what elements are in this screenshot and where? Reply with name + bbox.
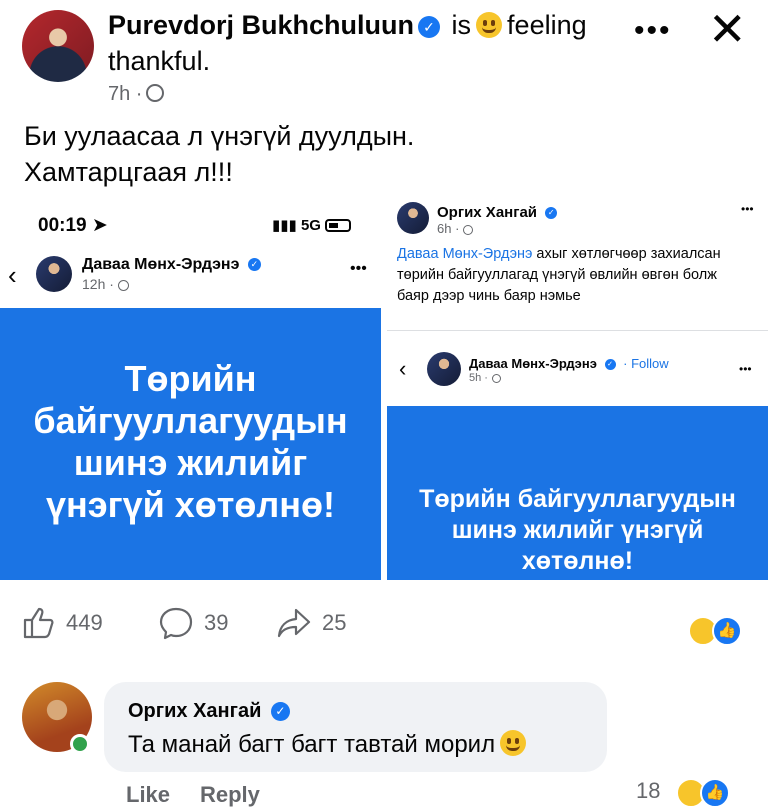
divider — [387, 330, 768, 331]
author-avatar[interactable] — [22, 10, 94, 82]
mention-link: Даваа Мөнх-Эрдэнэ — [397, 246, 533, 262]
post-image-left[interactable]: 00:19 ➤ ▮▮▮ 5G ‹ Даваа Мөнх-Эрдэнэ ✓ 12h… — [0, 196, 381, 580]
banner-text: Төрийн байгууллагуудын шинэ жилийг үнэгү… — [419, 485, 736, 575]
comment-author-row: Оргих Хангай ✓ — [128, 700, 294, 723]
shared-time: 12h · — [82, 276, 129, 292]
shared-time: 5h · — [469, 372, 501, 384]
embedded-time: 6h · — [437, 221, 474, 236]
verified-badge-icon: ✓ — [247, 258, 261, 271]
back-chevron-icon: ‹ — [8, 260, 17, 290]
feeling-thankful-text: thankful. — [108, 46, 211, 76]
globe-icon — [146, 84, 165, 102]
globe-icon — [491, 374, 501, 383]
embedded-post-body: Даваа Мөнх-Эрдэнэ ахыг хөтлөгчөөр захиал… — [397, 244, 742, 307]
post-image-right[interactable]: Оргих Хангай ✓ 6h · ••• Даваа Мөнх-Эрдэн… — [387, 196, 768, 580]
post-time[interactable]: 7h · — [108, 83, 142, 105]
shared-author-avatar — [36, 256, 72, 292]
share-count: 25 — [322, 610, 347, 635]
verified-badge-icon: ✓ — [545, 207, 558, 219]
thumbs-up-icon — [23, 607, 54, 639]
more-dots-icon[interactable]: ••• — [634, 14, 672, 48]
shared-author-name: Даваа Мөнх-Эрдэнэ — [82, 256, 240, 273]
comment-count: 39 — [204, 610, 229, 635]
embedded-author-row: Оргих Хангай ✓ — [437, 204, 561, 221]
battery-icon — [324, 219, 351, 232]
comment-author[interactable]: Оргих Хангай — [128, 700, 261, 722]
back-chevron-icon: ‹ — [399, 356, 407, 381]
comment-reaction-count: 18 — [636, 778, 661, 803]
online-status-icon — [70, 734, 90, 754]
is-text: is — [451, 10, 472, 40]
share-button[interactable]: 25 — [276, 606, 346, 640]
commenter-avatar — [397, 202, 429, 234]
status-time: 00:19 ➤ — [38, 215, 108, 236]
comment-icon — [159, 607, 193, 640]
reactions-summary[interactable]: 👍 — [688, 616, 748, 648]
more-dots-icon: ••• — [739, 362, 752, 376]
close-icon[interactable]: ✕ — [708, 6, 747, 52]
post-caption: Би уулаасаа л үнэгүй дуулдын. Хамтарцгаа… — [24, 121, 415, 187]
banner-text: Төрийн байгууллагуудын шинэ жилийг үнэгү… — [33, 358, 348, 525]
comment-button[interactable]: 39 — [158, 606, 228, 640]
globe-icon — [117, 280, 129, 291]
like-reaction-icon: 👍 — [700, 778, 730, 808]
shared-author-row: Даваа Мөнх-Эрдэнэ ✓ · Follow — [469, 356, 669, 371]
post-meta: 7h · — [108, 82, 165, 106]
more-dots-icon: ••• — [350, 260, 367, 277]
post-header-line1: Purevdorj Bukhchuluun ✓ is feeling — [108, 8, 587, 42]
comment-text: Та манай багт багт тавтай морил — [128, 731, 496, 758]
globe-icon — [463, 225, 474, 235]
comment-reactions[interactable]: 👍 — [676, 778, 736, 808]
smiling-emoji-icon — [476, 12, 503, 38]
like-button[interactable]: 449 — [22, 606, 103, 640]
share-icon — [277, 608, 311, 638]
feeling-text: feeling — [507, 10, 587, 40]
banner-panel: Төрийн байгууллагуудын шинэ жилийг үнэгү… — [387, 406, 768, 580]
banner-panel: Төрийн байгууллагуудын шинэ жилийг үнэгү… — [0, 308, 381, 580]
shared-author-row: Даваа Мөнх-Эрдэнэ ✓ — [82, 256, 265, 274]
like-reaction-icon: 👍 — [712, 616, 742, 646]
verified-badge-icon: ✓ — [604, 359, 616, 370]
verified-badge-icon: ✓ — [418, 16, 441, 38]
shared-author-avatar — [427, 352, 461, 386]
like-count: 449 — [66, 610, 103, 635]
author-name[interactable]: Purevdorj Bukhchuluun — [108, 10, 414, 40]
smiling-emoji-icon — [500, 730, 527, 756]
follow-link: · Follow — [623, 356, 669, 371]
comment-text-row: Та манай багт багт тавтай морил — [128, 730, 531, 760]
comment-like-button[interactable]: Like — [126, 782, 170, 808]
comment-reply-button[interactable]: Reply — [200, 782, 260, 808]
embedded-author-name: Оргих Хангай — [437, 204, 538, 221]
more-dots-icon: ••• — [741, 202, 754, 216]
verified-badge-icon: ✓ — [270, 702, 290, 721]
status-network: ▮▮▮ 5G — [272, 216, 351, 234]
shared-author-name: Даваа Мөнх-Эрдэнэ — [469, 356, 597, 371]
